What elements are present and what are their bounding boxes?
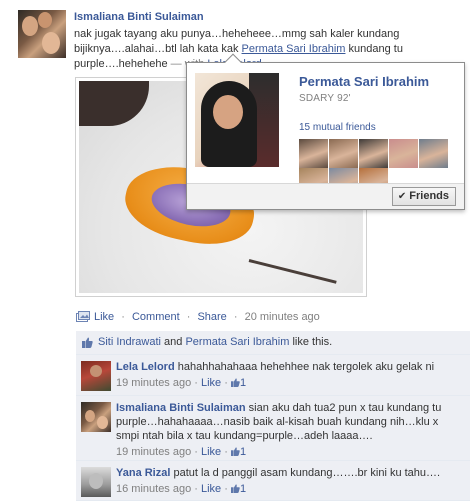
- photo-icon: [76, 311, 90, 323]
- mutual-friends-link[interactable]: 15 mutual friends: [299, 122, 376, 133]
- checkmark-icon: ✔: [397, 191, 407, 202]
- action-dot: ·: [183, 311, 194, 323]
- action-dot: ·: [118, 311, 128, 323]
- thumbs-up-icon: [230, 447, 240, 456]
- share-link[interactable]: Share: [197, 311, 226, 323]
- comment-item: Lela Lelord hahahhahahaaa hehehhee nak t…: [76, 355, 470, 396]
- mutual-friend-thumbnail[interactable]: [299, 139, 328, 168]
- hovercard-profile-photo[interactable]: [195, 73, 279, 167]
- comment-content: Lela Lelord hahahhahahaaa hehehhee nak t…: [116, 360, 464, 374]
- tagged-person-link[interactable]: Permata Sari Ibrahim: [242, 43, 346, 55]
- mutual-friend-thumbnail[interactable]: [389, 139, 418, 168]
- mutual-friend-thumbnail[interactable]: [359, 139, 388, 168]
- commenter-name[interactable]: Yana Rizal: [116, 467, 170, 479]
- hovercard-subtitle: SDARY 92': [299, 93, 351, 104]
- likes-summary: Siti Indrawati and Permata Sari Ibrahim …: [76, 331, 470, 355]
- post-author-name[interactable]: Ismaliana Binti Sulaiman: [74, 10, 466, 25]
- comment-text: patut la d panggil asam kundang…….br kin…: [173, 467, 441, 479]
- commenter-name[interactable]: Lela Lelord: [116, 361, 175, 373]
- commenter-avatar[interactable]: [81, 402, 111, 432]
- comment-like-link[interactable]: Like: [201, 377, 221, 389]
- comment-like-count[interactable]: 1: [230, 446, 247, 458]
- thumbs-up-icon: [82, 337, 93, 348]
- like-count-value: 1: [239, 483, 247, 495]
- action-dot: ·: [230, 311, 241, 323]
- like-count-value: 1: [239, 446, 247, 458]
- post-author-avatar[interactable]: [18, 10, 66, 58]
- like-count-value: 1: [239, 377, 247, 389]
- friends-button[interactable]: ✔ Friends: [391, 187, 456, 206]
- comment-text: hahahhahahaaa hehehhee nak tergolek aku …: [177, 361, 435, 373]
- comment-like-count[interactable]: 1: [230, 483, 247, 495]
- commenter-avatar[interactable]: [81, 361, 111, 391]
- liker-link-2[interactable]: Permata Sari Ibrahim: [185, 336, 289, 348]
- mutual-friend-thumbnail[interactable]: [419, 139, 448, 168]
- thumbs-up-icon: [230, 378, 240, 387]
- commenter-avatar[interactable]: [81, 467, 111, 497]
- comment-like-link[interactable]: Like: [201, 483, 221, 495]
- comment-time[interactable]: 19 minutes ago: [116, 377, 191, 389]
- post-timestamp[interactable]: 20 minutes ago: [245, 311, 320, 323]
- comment-content: Yana Rizal patut la d panggil asam kunda…: [116, 466, 464, 480]
- comment-like-count[interactable]: 1: [230, 377, 247, 389]
- comment-time[interactable]: 19 minutes ago: [116, 446, 191, 458]
- comment-link[interactable]: Comment: [132, 311, 180, 323]
- likes-suffix: like this.: [289, 336, 333, 348]
- profile-hovercard: Permata Sari Ibrahim SDARY 92' 15 mutual…: [186, 53, 465, 210]
- comment-meta: 19 minutes ago · Like · 1: [116, 446, 247, 458]
- commenter-name[interactable]: Ismaliana Binti Sulaiman: [116, 402, 246, 414]
- likes-and: and: [160, 336, 186, 348]
- comments-section: Siti Indrawati and Permata Sari Ibrahim …: [76, 331, 470, 501]
- comment-item: Ismaliana Binti Sulaiman sian aku dah tu…: [76, 396, 470, 461]
- hovercard-name[interactable]: Permata Sari Ibrahim: [299, 74, 429, 89]
- friends-button-label: Friends: [409, 190, 449, 202]
- comment-like-link[interactable]: Like: [201, 446, 221, 458]
- liker-link-1[interactable]: Siti Indrawati: [98, 336, 161, 348]
- mutual-friend-thumbnail[interactable]: [329, 139, 358, 168]
- comment-content: Ismaliana Binti Sulaiman sian aku dah tu…: [116, 401, 464, 443]
- like-link[interactable]: Like: [94, 311, 114, 323]
- thumbs-up-icon: [230, 484, 240, 493]
- post-action-bar: Like · Comment · Share · 20 minutes ago: [76, 311, 320, 323]
- comment-meta: 19 minutes ago · Like · 1: [116, 377, 247, 389]
- hovercard-footer: ✔ Friends: [187, 183, 464, 209]
- mutual-friends-thumbnails: [299, 139, 464, 197]
- comment-item: Yana Rizal patut la d panggil asam kunda…: [76, 461, 470, 501]
- comment-meta: 16 minutes ago · Like · 1: [116, 483, 247, 495]
- comment-time[interactable]: 16 minutes ago: [116, 483, 191, 495]
